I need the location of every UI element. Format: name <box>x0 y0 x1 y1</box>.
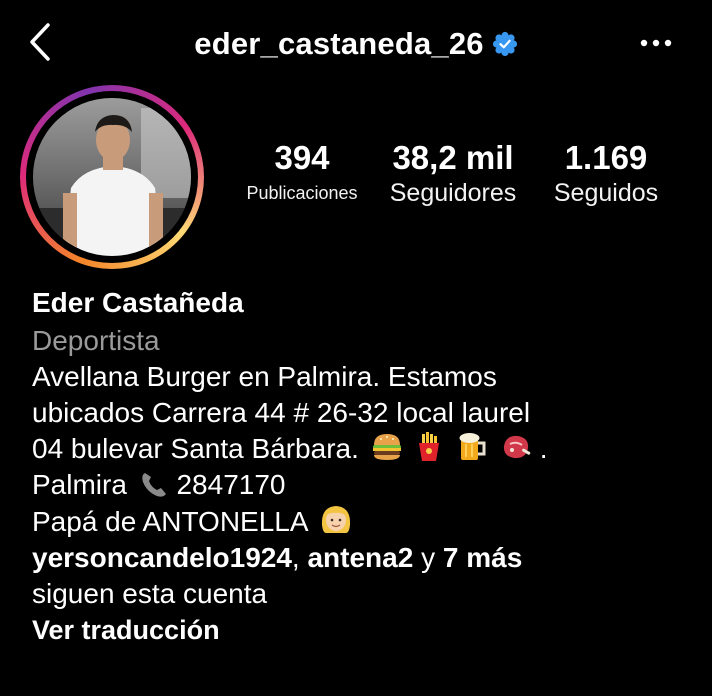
avatar-photo <box>33 98 191 256</box>
profile-header: eder_castaneda_26 <box>0 0 712 90</box>
bio-line-3-text: 04 bulevar Santa Bárbara. <box>32 433 359 464</box>
profile-category: Deportista <box>32 325 160 356</box>
followers-count: 38,2 mil <box>392 139 514 176</box>
profile-avatar-story-ring[interactable] <box>20 85 204 269</box>
bio-line-2: ubicados Carrera 44 # 26-32 local laurel <box>32 397 531 428</box>
followers-label: Seguidores <box>389 179 517 207</box>
phone-emoji <box>142 473 166 497</box>
bio-city: Palmira <box>32 469 127 500</box>
following-count-stat[interactable]: 1.169 Seguidos <box>538 138 674 208</box>
bio-line-5-text: Papá de ANTONELLA <box>32 506 307 537</box>
followed-by-user-2[interactable]: antena2 <box>307 542 413 573</box>
posts-count: 394 <box>274 139 330 176</box>
profile-stats: 394 Publicaciones 38,2 mil Seguidores 1.… <box>230 138 700 218</box>
bio-line-4: Palmira 2847170 <box>32 467 702 503</box>
translate-bio-link[interactable]: Ver traducción <box>32 612 702 648</box>
followers-count-stat[interactable]: 38,2 mil Seguidores <box>382 138 524 208</box>
profile-username: eder_castaneda_26 <box>194 26 484 61</box>
avatar-ring-gap <box>26 91 198 263</box>
fries-emoji <box>419 432 440 461</box>
verified-badge-icon <box>492 31 517 57</box>
posts-label: Publicaciones <box>246 183 358 203</box>
girl-emoji <box>321 506 350 533</box>
meat-emoji <box>503 435 531 459</box>
bio-line-3-end: . <box>539 433 548 464</box>
followed-by-user-1[interactable]: yersoncandelo1924 <box>32 542 292 573</box>
followed-by-more[interactable]: 7 más <box>443 542 522 573</box>
bio-line-5: Papá de ANTONELLA <box>32 503 702 540</box>
bio-line-1: Avellana Burger en Palmira. Estamos <box>32 361 497 392</box>
profile-full-name: Eder Castañeda <box>32 287 244 318</box>
bio-phone-number: 2847170 <box>176 469 286 500</box>
followed-by-separator: , <box>291 542 300 573</box>
posts-count-stat[interactable]: 394 Publicaciones <box>230 138 374 208</box>
avatar <box>33 98 191 256</box>
followed-by: yersoncandelo1924, antena2 y 7 más <box>32 540 702 576</box>
bio-line-3: 04 bulevar Santa Bárbara. . <box>32 431 702 467</box>
more-options-button[interactable] <box>636 28 676 58</box>
more-horizontal-icon <box>640 39 672 47</box>
followed-by-connector: y <box>421 542 436 573</box>
burger-emoji <box>372 434 401 460</box>
username-container: eder_castaneda_26 <box>0 26 712 62</box>
profile-bio: Eder Castañeda Deportista Avellana Burge… <box>32 283 702 648</box>
following-count: 1.169 <box>564 139 648 176</box>
followed-by-suffix: siguen esta cuenta <box>32 578 268 609</box>
following-label: Seguidos <box>553 179 659 207</box>
beer-emoji <box>459 433 486 460</box>
